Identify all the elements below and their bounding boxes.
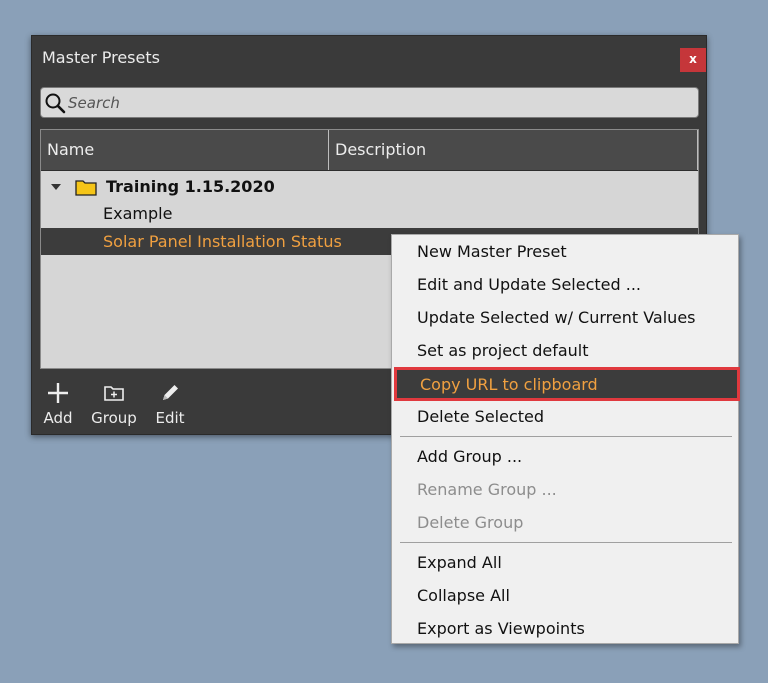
- add-group-button[interactable]: Group: [90, 381, 138, 427]
- folder-icon: [75, 180, 97, 196]
- menu-item-export-viewpoints[interactable]: Export as Viewpoints: [392, 612, 738, 645]
- group-label: Training 1.15.2020: [106, 177, 275, 196]
- edit-button[interactable]: Edit: [150, 381, 190, 427]
- menu-item-delete-selected[interactable]: Delete Selected: [392, 400, 738, 433]
- edit-label: Edit: [155, 409, 185, 427]
- menu-item-expand-all[interactable]: Expand All: [392, 546, 738, 579]
- search-icon: [45, 93, 66, 114]
- menu-separator: [400, 542, 732, 543]
- menu-item-copy-url[interactable]: Copy URL to clipboard: [394, 367, 740, 401]
- context-menu: New Master Preset Edit and Update Select…: [391, 234, 740, 645]
- menu-item-collapse-all[interactable]: Collapse All: [392, 579, 738, 612]
- menu-item-edit-and-update-selected[interactable]: Edit and Update Selected ...: [392, 268, 738, 301]
- plus-icon: [48, 383, 68, 403]
- tree-header: Name Description: [41, 130, 698, 171]
- add-button[interactable]: Add: [40, 381, 76, 427]
- add-label: Add: [43, 409, 73, 427]
- menu-item-delete-group[interactable]: Delete Group: [392, 506, 738, 539]
- column-header-description[interactable]: Description: [329, 130, 698, 170]
- menu-separator: [400, 436, 732, 437]
- panel-title: Master Presets: [42, 48, 160, 67]
- expand-arrow-icon[interactable]: [51, 184, 61, 190]
- group-label: Group: [91, 409, 137, 427]
- menu-item-new-master-preset[interactable]: New Master Preset: [392, 235, 738, 268]
- menu-item-set-project-default[interactable]: Set as project default: [392, 334, 738, 367]
- column-header-name[interactable]: Name: [41, 130, 329, 170]
- item-label: Example: [103, 204, 173, 223]
- menu-item-add-group[interactable]: Add Group ...: [392, 440, 738, 473]
- menu-item-rename-group[interactable]: Rename Group ...: [392, 473, 738, 506]
- tree-item-row[interactable]: Example: [41, 201, 698, 227]
- menu-item-update-selected-current-values[interactable]: Update Selected w/ Current Values: [392, 301, 738, 334]
- search-input[interactable]: [68, 88, 688, 117]
- item-label: Solar Panel Installation Status: [103, 232, 342, 251]
- search-box[interactable]: [40, 87, 699, 118]
- close-button[interactable]: x: [680, 48, 706, 72]
- pencil-icon: [163, 385, 178, 400]
- folder-plus-icon: [104, 386, 124, 401]
- title-bar[interactable]: Master Presets x: [32, 36, 706, 82]
- tree-group-row[interactable]: Training 1.15.2020: [41, 174, 698, 200]
